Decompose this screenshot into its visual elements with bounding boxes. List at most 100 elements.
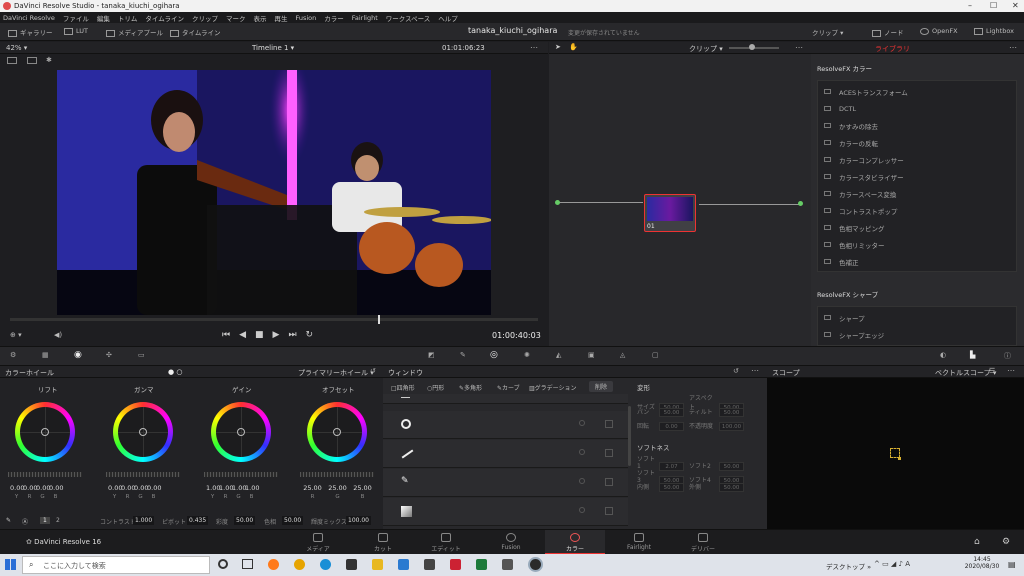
page-1-button[interactable]: 1 (40, 517, 50, 524)
enable-checkbox[interactable] (605, 449, 613, 457)
menu-item[interactable]: Fusion (295, 14, 316, 22)
offset-values[interactable]: 25.00 25.00 25.00 (300, 484, 375, 492)
magic-mask-icon[interactable]: ◭ (556, 351, 561, 359)
library-item[interactable]: カラースペース変換 (818, 185, 1016, 202)
lift-master-slider[interactable] (8, 472, 82, 477)
offset-master-slider[interactable] (300, 472, 374, 477)
maximize-icon[interactable]: ☐ (990, 1, 997, 10)
lift-values[interactable]: 0.000.000.000.00 (10, 484, 63, 492)
menu-item[interactable]: 再生 (274, 13, 287, 23)
highlight-icon[interactable]: ✱ (46, 56, 52, 64)
menu-item[interactable]: ワークスペース (386, 13, 431, 23)
curve-window-row[interactable]: ✎ (383, 469, 628, 497)
image-wipe-icon[interactable] (7, 57, 17, 64)
color-wheels-icon[interactable]: ◉ (74, 350, 82, 360)
menu-item[interactable]: 編集 (97, 13, 110, 23)
invert-toggle[interactable] (579, 420, 585, 426)
mail-icon[interactable] (424, 559, 435, 570)
curve-tool[interactable]: ✎カーブ (497, 383, 520, 392)
start-icon[interactable] (5, 559, 16, 570)
scope-settings-icon[interactable]: ☰ (989, 367, 995, 375)
page-cut[interactable]: カット (353, 530, 413, 555)
app-icon[interactable] (346, 559, 357, 570)
clips-button[interactable]: クリップ ▾ (812, 27, 843, 37)
viewer-options-icon[interactable]: ⋯ (530, 43, 538, 52)
sizing-icon[interactable]: ▢ (652, 351, 659, 359)
motion-effects-icon[interactable]: ▭ (138, 351, 145, 359)
gain-puck[interactable] (237, 428, 245, 436)
close-icon[interactable]: ✕ (1012, 1, 1019, 10)
circle-window-row[interactable] (383, 411, 628, 439)
lut-button[interactable]: LUT (64, 27, 88, 35)
library-item[interactable]: DCTL (818, 100, 1016, 117)
audio-icon[interactable]: ◀) (54, 331, 62, 339)
media-pool-button[interactable]: メディアプール (106, 27, 163, 37)
cortana-icon[interactable] (218, 559, 228, 569)
enable-checkbox[interactable] (605, 507, 613, 515)
split-screen-icon[interactable] (27, 57, 37, 64)
edge-icon[interactable] (320, 559, 331, 570)
timeline-button[interactable]: タイムライン (170, 27, 221, 37)
menu-item[interactable]: トリム (118, 13, 138, 23)
menu-item[interactable]: クリップ (192, 13, 218, 23)
node-01[interactable]: 01 (644, 194, 696, 232)
enable-checkbox[interactable] (605, 420, 613, 428)
qualifier-icon[interactable]: ✎ (460, 351, 466, 359)
notifications-icon[interactable]: ▤ (1008, 560, 1016, 569)
hue-field[interactable]: 50.00 (282, 516, 304, 525)
library-item[interactable]: シャープエッジ (818, 326, 1016, 343)
camera-raw-icon[interactable]: ⚙ (10, 351, 16, 359)
polygon-tool[interactable]: ✎多角形 (459, 383, 482, 392)
enable-checkbox[interactable] (605, 478, 613, 486)
key-icon[interactable]: ◬ (620, 351, 625, 359)
library-item[interactable]: かすみの除去 (818, 117, 1016, 134)
clock[interactable]: 14:45 2020/08/30 (962, 556, 1002, 570)
firefox-icon[interactable] (268, 559, 279, 570)
node-zoom-slider[interactable] (729, 44, 779, 50)
hand-icon[interactable]: ✋ (569, 43, 578, 51)
settings-icon[interactable]: ⚙ (1002, 537, 1010, 547)
color-match-icon[interactable]: ▦ (42, 351, 49, 359)
reset-icon[interactable]: ↺ (370, 367, 376, 375)
zoom-select[interactable]: 42% ▾ (6, 44, 27, 52)
page-edit[interactable]: エディット (416, 530, 476, 555)
offset-puck[interactable] (333, 428, 341, 436)
blur-icon[interactable]: ▣ (588, 351, 595, 359)
library-item[interactable]: 色相リミッター (818, 236, 1016, 253)
window-icon[interactable]: ◎ (490, 350, 498, 360)
gamma-master-slider[interactable] (106, 472, 180, 477)
library-item[interactable]: カラースタビライザー (818, 168, 1016, 185)
minimize-icon[interactable]: – (968, 1, 972, 10)
scope-options-icon[interactable]: ⋯ (1007, 366, 1015, 375)
polygon-window-row[interactable] (383, 440, 628, 468)
gradient-window-row[interactable] (383, 498, 628, 526)
rgb-mixer-icon[interactable]: ✣ (106, 351, 112, 359)
office-icon[interactable] (450, 559, 461, 570)
library-item[interactable]: コントラストポップ (818, 202, 1016, 219)
info-icon[interactable]: ⓘ (1004, 351, 1011, 361)
lightbox-button[interactable]: Lightbox (974, 27, 1014, 35)
page-fairlight[interactable]: Fairlight (609, 530, 669, 555)
task-view-icon[interactable] (242, 559, 253, 569)
gamma-wheel[interactable] (113, 402, 173, 462)
menu-item[interactable]: DaVinci Resolve (3, 14, 55, 22)
tray-icons[interactable]: ^ ▭ ◢ ♪ A (874, 560, 910, 568)
node-mode-select[interactable]: クリップ ▾ (689, 44, 723, 54)
page-color[interactable]: カラー (545, 530, 605, 555)
delete-button[interactable]: 削除 (589, 381, 614, 392)
lift-wheel[interactable] (15, 402, 75, 462)
gamma-values[interactable]: 0.000.000.000.00 (108, 484, 161, 492)
gallery-button[interactable]: ギャラリー (8, 27, 53, 37)
scope-mode-select[interactable]: ベクトルスコープ ▾ (935, 368, 996, 378)
wheel-mode-select[interactable]: プライマリーホイール ▾ (298, 368, 374, 378)
page-media[interactable]: メディア (288, 530, 348, 555)
tracker-icon[interactable]: ✺ (524, 351, 530, 359)
lift-puck[interactable] (41, 428, 49, 436)
lum-mix-field[interactable]: 100.00 (346, 516, 371, 525)
invert-toggle[interactable] (579, 449, 585, 455)
reset-icon[interactable]: ↺ (733, 367, 739, 375)
menu-item[interactable]: カラー (324, 13, 344, 23)
pivot-field[interactable]: 0.435 (187, 516, 209, 525)
library-item[interactable]: ACESトランスフォーム (818, 83, 1016, 100)
gamma-puck[interactable] (139, 428, 147, 436)
